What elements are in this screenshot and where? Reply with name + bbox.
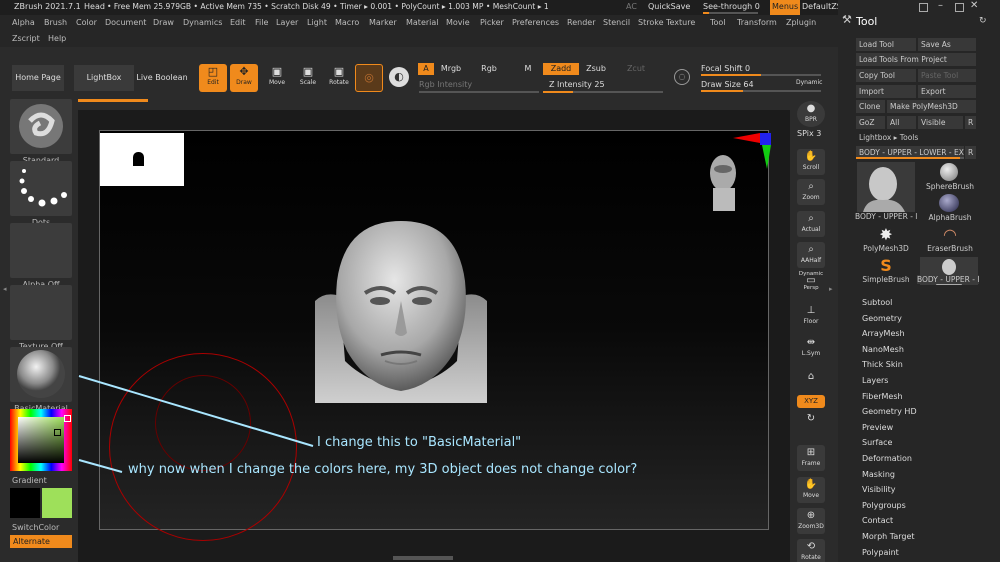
alpha-brush-thumb[interactable]: [939, 194, 959, 212]
persp-button[interactable]: Dynamic ▭ Persp: [797, 271, 825, 297]
lsym-button[interactable]: ⇹ L.Sym: [797, 335, 825, 361]
bpr-icon: ●: [806, 103, 816, 114]
zoom3d-icon: ⊕: [806, 510, 816, 521]
right-shelf: ● BPR SPix 3 ✋ Scroll ⌕ Zoom ⌕ Actual ⌕ AAHal…: [794, 97, 828, 562]
sphere-brush-label[interactable]: SphereBrush: [919, 182, 981, 191]
submenu-fibermesh[interactable]: FiberMesh: [862, 392, 903, 401]
actual-icon: ⌕: [808, 213, 814, 224]
rotate-view-button[interactable]: ⟲ Rotate: [797, 539, 825, 562]
floor-icon: ⊥: [806, 305, 816, 316]
visible-button[interactable]: Visible: [918, 116, 963, 129]
submenu-nanomesh[interactable]: NanoMesh: [862, 345, 904, 354]
lsym-icon: ⇹: [806, 337, 816, 348]
current-tool-track: [856, 157, 964, 159]
maximize-icon[interactable]: [955, 3, 964, 12]
rotate-view-icon: ⟲: [806, 541, 816, 552]
goz-button[interactable]: GoZ: [856, 116, 885, 129]
tool-thumb-small-label[interactable]: BODY - UPPER - I: [917, 275, 980, 284]
tool-icon: ⚒: [842, 13, 852, 26]
eraser-brush-icon[interactable]: ◠: [940, 226, 960, 244]
export-button[interactable]: Export: [918, 85, 976, 98]
frame-button[interactable]: ⊞ Frame: [797, 445, 825, 471]
refresh-icon[interactable]: ↻: [979, 16, 987, 26]
close-icon[interactable]: ✕: [970, 0, 978, 11]
submenu-subtool[interactable]: Subtool: [862, 298, 892, 307]
rotate-axis-icon: ↻: [806, 413, 816, 424]
simple-brush-icon[interactable]: S: [876, 257, 896, 275]
left-collapse-arrow[interactable]: ◂: [3, 285, 7, 293]
floor-button[interactable]: ⊥ Floor: [797, 303, 825, 329]
lightbox-tools-button[interactable]: Lightbox ▸ Tools: [856, 131, 976, 144]
zoom3d-button[interactable]: ⊕ Zoom3D: [797, 508, 825, 534]
submenu-polypaint[interactable]: Polypaint: [862, 548, 899, 557]
scroll-button[interactable]: ✋ Scroll: [797, 149, 825, 175]
minimize-icon[interactable]: –: [938, 0, 943, 11]
eraser-brush-label[interactable]: EraserBrush: [919, 244, 981, 253]
lock-button[interactable]: ⌂: [797, 369, 825, 395]
submenu-geometry-hd[interactable]: Geometry HD: [862, 407, 917, 416]
load-tools-from-project-button[interactable]: Load Tools From Project: [856, 53, 976, 66]
submenu-surface[interactable]: Surface: [862, 438, 892, 447]
simple-brush-label[interactable]: SimpleBrush: [855, 275, 917, 284]
submenu-contact[interactable]: Contact: [862, 516, 893, 525]
paste-tool-button[interactable]: Paste Tool: [918, 69, 976, 82]
r-button[interactable]: R: [965, 116, 976, 129]
tool-thumb-label: BODY - UPPER - l: [855, 212, 918, 221]
submenu-morph-target[interactable]: Morph Target: [862, 532, 915, 541]
submenu-polygroups[interactable]: Polygroups: [862, 501, 906, 510]
xyz-button[interactable]: XYZ: [797, 395, 825, 408]
load-tool-button[interactable]: Load Tool: [856, 38, 916, 51]
clone-button[interactable]: Clone: [856, 100, 885, 113]
sphere-brush-thumb[interactable]: [940, 163, 958, 181]
persp-icon: ▭: [806, 275, 816, 286]
annotation-material: I change this to "BasicMaterial": [317, 435, 522, 450]
submenu-geometry[interactable]: Geometry: [862, 314, 902, 323]
move-view-button[interactable]: ✋ Move: [797, 477, 825, 503]
tool-palette-title: Tool: [856, 15, 878, 28]
all-button[interactable]: All: [887, 116, 916, 129]
bpr-button[interactable]: ● BPR: [797, 101, 825, 127]
lock-icon: ⌂: [807, 371, 815, 382]
actual-button[interactable]: ⌕ Actual: [797, 211, 825, 237]
polymesh3d-star-icon[interactable]: ✸: [876, 226, 896, 244]
import-button[interactable]: Import: [856, 85, 916, 98]
alpha-brush-label[interactable]: AlphaBrush: [919, 213, 981, 222]
aahalf-icon: ⌕: [808, 244, 814, 255]
make-polymesh3d-button[interactable]: Make PolyMesh3D: [887, 100, 976, 113]
submenu-deformation[interactable]: Deformation: [862, 454, 912, 463]
window-restore-icon[interactable]: [919, 3, 928, 12]
submenu-visibility[interactable]: Visibility: [862, 485, 896, 494]
annotation-color-question: why now when I change the colors here, m…: [128, 462, 638, 477]
zoom-button[interactable]: ⌕ Zoom: [797, 179, 825, 205]
save-as-button[interactable]: Save As: [918, 38, 976, 51]
spix-slider[interactable]: SPix 3: [797, 129, 821, 138]
rotate-axis-icons[interactable]: ↻: [797, 411, 825, 435]
submenu-masking[interactable]: Masking: [862, 470, 895, 479]
submenu-layers[interactable]: Layers: [862, 376, 888, 385]
move-hand-icon: ✋: [804, 479, 818, 490]
aahalf-button[interactable]: ⌕ AAHalf: [797, 242, 825, 268]
hand-icon: ✋: [804, 151, 818, 162]
submenu-preview[interactable]: Preview: [862, 423, 893, 432]
copy-tool-button[interactable]: Copy Tool: [856, 69, 916, 82]
horizontal-scrollbar[interactable]: [393, 556, 453, 560]
zoom-icon: ⌕: [808, 181, 814, 192]
tool-thumb-body-large[interactable]: [857, 162, 915, 212]
polymesh3d-label[interactable]: PolyMesh3D: [855, 244, 917, 253]
right-collapse-arrow[interactable]: ▸: [829, 285, 833, 293]
submenu-arraymesh[interactable]: ArrayMesh: [862, 329, 905, 338]
submenu-thick-skin[interactable]: Thick Skin: [862, 360, 903, 369]
tool-r-button[interactable]: R: [965, 146, 976, 159]
frame-icon: ⊞: [806, 447, 816, 458]
